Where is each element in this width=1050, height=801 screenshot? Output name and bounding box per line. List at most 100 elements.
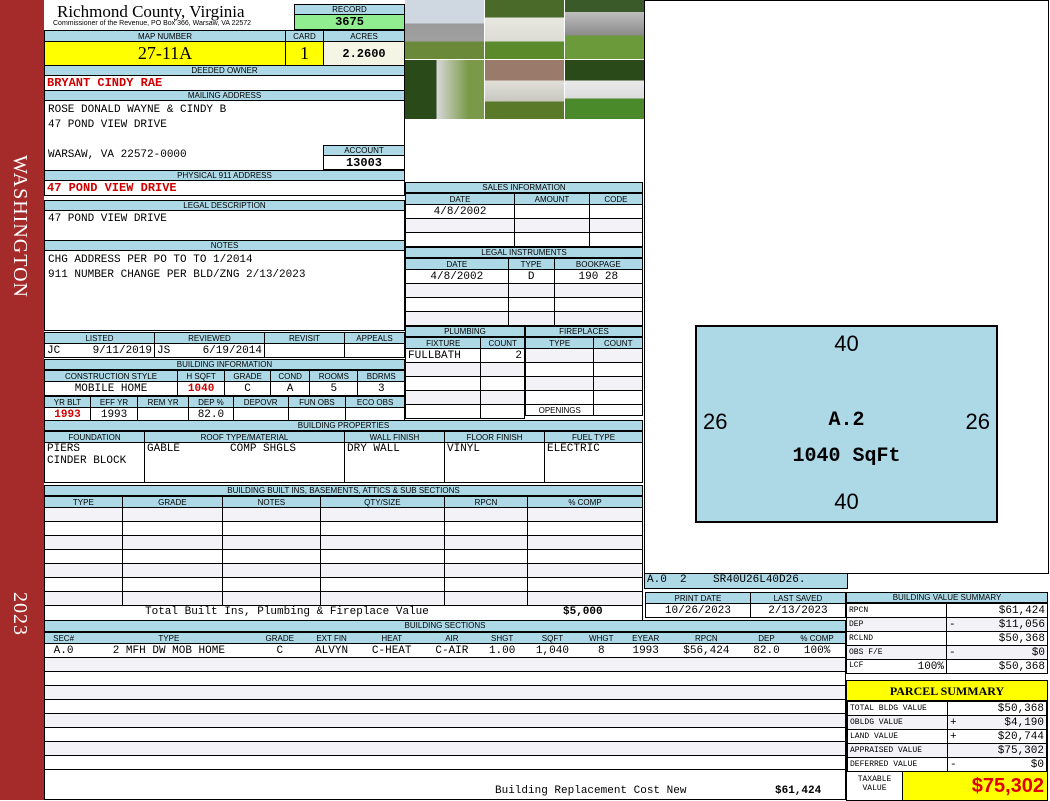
summary-row: LCF 100% $50,368 xyxy=(846,659,1048,674)
physical-address-block: PHYSICAL 911 ADDRESS 47 POND VIEW DRIVE xyxy=(44,170,405,196)
mailing-line1: ROSE DONALD WAYNE & CINDY B xyxy=(48,104,227,116)
property-photo[interactable] xyxy=(485,60,564,119)
column-header: CODE xyxy=(588,193,644,205)
table-row[interactable]: FULLBATH 2 xyxy=(404,348,525,363)
card-number: 1 xyxy=(285,41,324,66)
plumbing-label: PLUMBING xyxy=(405,326,525,337)
sketch-area[interactable]: 40 40 26 26 A.2 1040 SqFt xyxy=(644,0,1049,574)
empty-row xyxy=(405,283,644,298)
owner-block: DEEDED OWNER BRYANT CINDY RAE xyxy=(44,65,405,91)
summary-key: LAND VALUE xyxy=(850,732,899,741)
column-header: EXT FIN xyxy=(303,632,360,644)
table-row[interactable]: A.0 2 MFH DW MOB HOME C ALVYN C-HEAT C-AIR 1.0… xyxy=(45,643,845,658)
sketch-area-label: 1040 SqFt xyxy=(792,445,901,468)
empty-row xyxy=(44,563,644,578)
property-photo[interactable] xyxy=(565,0,644,59)
column-header: GRADE xyxy=(255,632,304,644)
summary-row: TOTAL BLDG VALUE $50,368 xyxy=(847,701,1047,716)
table-cell: 82.0 xyxy=(743,643,790,658)
builtins-total-label: Total Built Ins, Plumbing & Fireplace Va… xyxy=(145,606,429,618)
mailing-label: MAILING ADDRESS xyxy=(44,90,405,101)
empty-row xyxy=(45,671,845,686)
owner-name: BRYANT CINDY RAE xyxy=(44,76,405,91)
building-info-value: C xyxy=(224,381,272,396)
column-header: CONSTRUCTION STYLE xyxy=(43,370,179,382)
replacement-cost-label: Building Replacement Cost New xyxy=(495,785,687,797)
physical-label: PHYSICAL 911 ADDRESS xyxy=(44,170,405,181)
column-header: AIR xyxy=(424,632,480,644)
column-header: DATE xyxy=(405,258,509,270)
account-number: 13003 xyxy=(323,156,405,170)
column-header: COUNT xyxy=(593,337,643,349)
column-header: % COMP xyxy=(789,632,845,644)
summary-row: RCLND $50,368 xyxy=(846,631,1048,646)
summary-key: LCF xyxy=(849,660,864,670)
table-cell: 4/8/2002 xyxy=(404,204,516,219)
empty-row xyxy=(404,362,525,377)
building-information: BUILDING INFORMATION CONSTRUCTION STYLE H… xyxy=(43,359,405,422)
fuel-type: ELECTRIC xyxy=(544,442,643,483)
summary-value: $11,056 xyxy=(998,618,1045,631)
property-photo[interactable] xyxy=(405,0,484,59)
parcel-summary: PARCEL SUMMARY TOTAL BLDG VALUE $50,368 OB… xyxy=(846,680,1048,801)
builtins-total: $5,000 xyxy=(563,606,603,618)
note-line: 911 NUMBER CHANGE PER BLD/ZNG 2/13/2023 xyxy=(48,269,306,281)
builtins-label: BUILDING BUILT INS, BASEMENTS, ATTICS & … xyxy=(44,485,643,496)
empty-row xyxy=(404,218,644,233)
empty-row xyxy=(524,362,643,377)
column-header: SHGT xyxy=(479,632,525,644)
parcel-summary-label: PARCEL SUMMARY xyxy=(847,681,1047,701)
property-photo[interactable] xyxy=(405,60,484,119)
table-row[interactable]: 4/8/2002 D 190 28 xyxy=(405,269,644,284)
reviewed-by: JS xyxy=(157,344,171,357)
last-saved: 2/13/2023 xyxy=(749,603,847,618)
property-photo[interactable] xyxy=(565,60,644,119)
summary-key: RPCN xyxy=(849,606,869,615)
column-header: COND xyxy=(270,370,311,382)
summary-key: DEP xyxy=(849,620,864,629)
empty-row xyxy=(44,577,644,592)
empty-row xyxy=(404,376,525,391)
table-cell: FULLBATH xyxy=(404,348,482,363)
column-header: BDRMS xyxy=(357,370,405,382)
sketch-section[interactable]: 40 40 26 26 A.2 1040 SqFt xyxy=(695,325,998,523)
empty-row xyxy=(44,521,644,536)
table-row[interactable]: 4/8/2002 xyxy=(404,204,644,219)
empty-row xyxy=(44,507,644,522)
county-subtitle: Commissioner of the Revenue, PO Box 366,… xyxy=(53,20,252,27)
table-cell: 190 28 xyxy=(553,269,644,284)
reviewed-label: REVIEWED xyxy=(154,332,265,344)
legal-instruments: LEGAL INSTRUMENTS DATE TYPE BOOKPAGE 4/8/20… xyxy=(405,247,644,326)
sections-label: BUILDING SECTIONS xyxy=(45,621,845,632)
column-header: FUN OBS xyxy=(287,396,347,408)
mailing-block: MAILING ADDRESS ROSE DONALD WAYNE & CIND… xyxy=(44,90,405,171)
summary-value: $50,368 xyxy=(998,660,1045,673)
column-header: BOOKPAGE xyxy=(553,258,644,270)
summary-row: RPCN $61,424 xyxy=(846,603,1048,618)
empty-row xyxy=(45,713,845,728)
table-cell xyxy=(514,204,590,219)
property-photo[interactable] xyxy=(485,0,564,59)
column-header: DEP xyxy=(743,632,790,644)
table-cell: A.0 xyxy=(45,643,83,658)
floor-finish: VINYL xyxy=(444,442,545,483)
mailing-line2: 47 POND VIEW DRIVE xyxy=(48,119,167,131)
empty-row xyxy=(45,727,845,742)
sketch-section-label: A.2 xyxy=(828,409,865,432)
reviewed-date: 6/19/2014 xyxy=(202,344,262,357)
table-cell: 1,040 xyxy=(524,643,581,658)
sketch-dim-top: 40 xyxy=(834,331,859,356)
empty-row xyxy=(45,741,845,756)
summary-value: $0 xyxy=(1030,758,1044,771)
summary-value: $20,744 xyxy=(997,730,1044,743)
column-header: FUEL TYPE xyxy=(544,431,643,443)
account-box: ACCOUNT 13003 xyxy=(323,145,405,170)
empty-row xyxy=(524,376,643,391)
column-header: FOUNDATION xyxy=(44,431,145,443)
column-header: WHGT xyxy=(580,632,623,644)
empty-row xyxy=(44,591,644,606)
wall-finish: DRY WALL xyxy=(344,442,445,483)
sketch-dim-bottom: 40 xyxy=(834,489,859,514)
parcel-id-block: MAP NUMBER CARD ACRES 27-11A 1 2.2600 xyxy=(44,30,405,66)
column-header: DEPOVR xyxy=(232,396,289,408)
